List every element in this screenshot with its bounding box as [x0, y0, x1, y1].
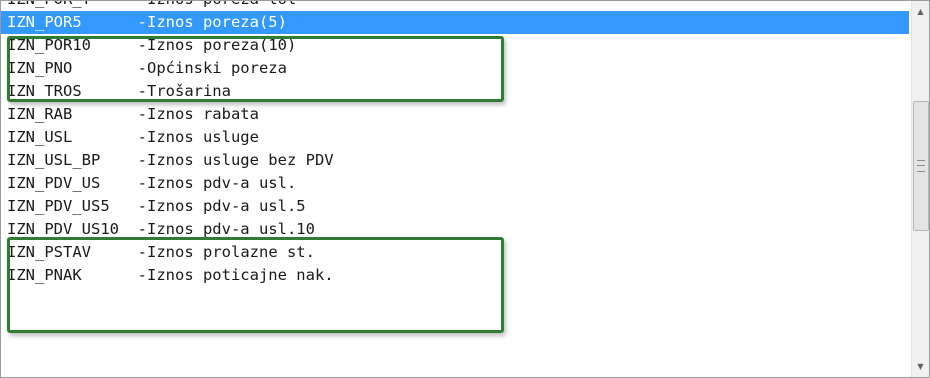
list-item[interactable]: IZN_USL_BP -Iznos usluge bez PDV [1, 149, 909, 172]
list-item[interactable]: IZN_TROS -Trošarina [1, 80, 909, 103]
list-item[interactable]: IZN_RAB -Iznos rabata [1, 103, 909, 126]
item-desc: -Iznos usluge bez PDV [137, 151, 334, 169]
item-desc: -Iznos pdv-a usl. [137, 174, 297, 192]
list-item[interactable]: IZN_PSTAV -Iznos prolazne st. [1, 241, 909, 264]
variable-listbox[interactable]: IZN_POR_T -Iznos poreza tol IZN_POR5 -Iz… [0, 0, 930, 378]
list-item[interactable]: IZN_PDV_US -Iznos pdv-a usl. [1, 172, 909, 195]
list-item[interactable]: IZN_PNAK -Iznos poticajne nak. [1, 264, 909, 287]
item-code: IZN_POR10 [7, 36, 91, 54]
item-code: IZN_POR_T [7, 1, 91, 8]
item-code: IZN_RAB [7, 105, 73, 123]
item-desc: -Iznos poticajne nak. [137, 266, 334, 284]
scrollbar-thumb[interactable] [913, 101, 929, 231]
item-desc: -Iznos rabata [137, 105, 259, 123]
item-desc: -Iznos usluge [137, 128, 259, 146]
list-item-selected[interactable]: IZN_POR5 -Iznos poreza(5) [1, 11, 909, 34]
item-code: IZN_USL [7, 128, 73, 146]
item-code: IZN_PNAK [7, 266, 82, 284]
vertical-scrollbar[interactable]: ▲ ▼ [911, 1, 929, 377]
item-desc: -Iznos pdv-a usl.10 [137, 220, 315, 238]
item-desc: -Trošarina [137, 82, 231, 100]
item-code: IZN_PNO [7, 59, 73, 77]
item-desc: -Iznos prolazne st. [137, 243, 315, 261]
grip-icon [917, 160, 925, 172]
item-code: IZN_POR5 [7, 13, 82, 31]
item-code: IZN_USL_BP [7, 151, 101, 169]
list-item[interactable]: IZN_POR10 -Iznos poreza(10) [1, 34, 909, 57]
scroll-up-icon[interactable]: ▲ [912, 3, 929, 20]
item-code: IZN_PDV_US10 [7, 220, 119, 238]
list-item[interactable]: IZN_PDV_US5 -Iznos pdv-a usl.5 [1, 195, 909, 218]
item-desc: -Iznos poreza(10) [137, 36, 297, 54]
list-item[interactable]: IZN_POR_T -Iznos poreza tol [1, 1, 909, 11]
list-item[interactable]: IZN_PDV_US10 -Iznos pdv-a usl.10 [1, 218, 909, 241]
item-code: IZN_TROS [7, 82, 82, 100]
item-desc: -Iznos poreza tol [138, 1, 297, 8]
item-code: IZN_PDV_US5 [7, 197, 110, 215]
item-desc: -Iznos poreza(5) [137, 13, 287, 31]
item-desc: -Iznos pdv-a usl.5 [137, 197, 306, 215]
list-item[interactable]: IZN_USL -Iznos usluge [1, 126, 909, 149]
list-item[interactable]: IZN_PNO -Općinski poreza [1, 57, 909, 80]
item-desc: -Općinski poreza [137, 59, 287, 77]
item-code: IZN_PDV_US [7, 174, 101, 192]
variable-list: IZN_POR_T -Iznos poreza tol IZN_POR5 -Iz… [1, 1, 909, 287]
item-code: IZN_PSTAV [7, 243, 91, 261]
scroll-down-icon[interactable]: ▼ [912, 358, 929, 375]
